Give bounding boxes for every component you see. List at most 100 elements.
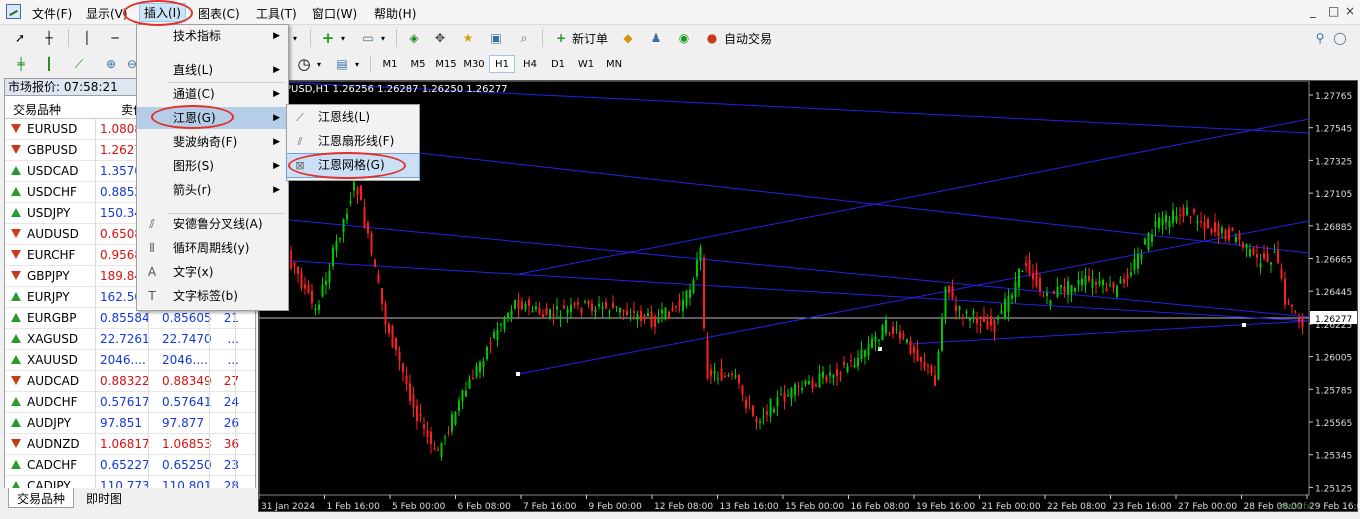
table-row[interactable]: AUDCHF 0.57617 0.57641 24 — [5, 392, 255, 413]
table-row[interactable]: CADCHF 0.65227 0.65250 23 — [5, 455, 255, 476]
arrow-up-icon — [11, 355, 21, 364]
gann-line-item[interactable]: ⟋ 江恩线(L) — [287, 106, 419, 129]
vertical-line-icon[interactable]: │ — [76, 28, 98, 48]
minimize-button[interactable]: _ — [1310, 4, 1316, 18]
bid-price: 1.06817 — [100, 437, 148, 451]
candle-body — [762, 416, 765, 418]
timeframe-d1[interactable]: D1 — [545, 55, 571, 73]
candle-body — [598, 303, 600, 307]
candle-body — [482, 361, 485, 368]
symbol-name: GBPUSD — [27, 143, 78, 157]
timeframe-m1[interactable]: M1 — [377, 55, 403, 73]
tab-symbols[interactable]: 交易品种 — [8, 488, 75, 508]
terminal-icon[interactable]: ▣ — [486, 28, 506, 48]
timeframe-m5[interactable]: M5 — [405, 55, 431, 73]
ask-price: 0.85605 — [162, 311, 212, 325]
arrow-up-icon — [11, 418, 21, 427]
menu-window[interactable]: 窗口(W) — [312, 5, 357, 22]
price-chart[interactable]: 1.27765 1.27545 1.27325 1.27105 1.26885 1.266… — [258, 80, 1359, 513]
menu-item-fibonacci[interactable]: 斐波纳奇(F) ▶ — [137, 131, 288, 153]
template-icon[interactable]: ▤ — [332, 54, 352, 74]
candle-body — [1049, 300, 1052, 306]
candle-body — [1130, 272, 1132, 276]
tester-icon[interactable]: ⌕ — [514, 28, 534, 48]
table-row[interactable]: XAUUSD 2046.... 2046....... — [5, 350, 255, 371]
tab-tick-chart[interactable]: 即时图 — [78, 488, 130, 508]
timeframe-mn[interactable]: MN — [601, 55, 627, 73]
chart-canvas[interactable]: 1.27765 1.27545 1.27325 1.27105 1.26885 1.266… — [259, 81, 1359, 513]
new-order-button[interactable]: 新订单 — [572, 28, 608, 48]
periods-clock-icon[interactable]: ◷ — [294, 54, 314, 74]
price-label: 1.27105 — [1315, 190, 1352, 200]
new-chart-icon[interactable]: + — [318, 28, 338, 48]
menu-item-label: 箭头(r) — [173, 183, 212, 197]
profiles-dropdown-icon[interactable]: ▾ — [378, 28, 388, 48]
data-window-icon[interactable]: ★ — [458, 28, 478, 48]
menu-item-shapes[interactable]: 图形(S) ▶ — [137, 155, 288, 177]
menu-tools[interactable]: 工具(T) — [256, 5, 297, 22]
table-row[interactable]: XAGUSD 22.7261 22.7470... — [5, 329, 255, 350]
gann-fan-item[interactable]: ⫽ 江恩扇形线(F) — [287, 130, 419, 153]
chat-icon[interactable]: ◯ — [1330, 28, 1350, 48]
new-chart-dropdown-icon[interactable]: ▾ — [338, 28, 348, 48]
table-row[interactable]: AUDNZD 1.06817 1.06853 36 — [5, 434, 255, 455]
column-symbol[interactable]: 交易品种 — [13, 101, 61, 118]
timeframe-h4[interactable]: H4 — [517, 55, 543, 73]
timeframe-w1[interactable]: W1 — [573, 55, 599, 73]
candlestick-icon[interactable]: ┃ — [38, 54, 60, 74]
timeframe-m15[interactable]: M15 — [433, 55, 459, 73]
menu-item-indicators[interactable]: 技术指标 ▶ — [137, 25, 288, 47]
cursor-icon[interactable]: ➚ — [10, 28, 30, 48]
candle-body — [1084, 275, 1087, 286]
metaeditor-icon[interactable]: ◆ — [618, 28, 638, 48]
menu-charts[interactable]: 图表(C) — [198, 5, 240, 22]
navigator-icon[interactable]: ✥ — [430, 28, 450, 48]
table-row[interactable]: EURGBP 0.85584 0.85605 21 — [5, 308, 255, 329]
auto-trading-button[interactable]: 自动交易 — [724, 28, 772, 48]
candle-body — [850, 359, 852, 361]
signals-icon[interactable]: ◉ — [674, 28, 694, 48]
maximize-button[interactable]: □ — [1328, 4, 1339, 18]
menu-item-arrows[interactable]: 箭头(r) ▶ — [137, 179, 288, 201]
candle-body — [412, 394, 415, 408]
template-dropdown-icon[interactable]: ▾ — [352, 54, 362, 74]
arrow-down-icon — [11, 376, 21, 385]
candle-body — [759, 421, 761, 423]
crosshair-icon[interactable]: ┼ — [38, 28, 60, 48]
dropdown-icon[interactable]: ▾ — [290, 28, 300, 48]
menu-help[interactable]: 帮助(H) — [374, 5, 416, 22]
horizontal-line-icon[interactable]: ─ — [104, 28, 126, 48]
menu-item-text[interactable]: A 文字(x) — [137, 261, 288, 283]
zoom-in-icon[interactable]: ⊕ — [100, 54, 122, 74]
menu-item-andrews-pitchfork[interactable]: ⫽ 安德鲁分叉线(A) — [137, 213, 288, 235]
candle-body — [1091, 279, 1094, 288]
candle-body — [703, 257, 705, 329]
menu-file[interactable]: 文件(F) — [32, 5, 72, 22]
periods-dropdown-icon[interactable]: ▾ — [314, 54, 324, 74]
community-icon[interactable]: ♟ — [646, 28, 666, 48]
market-watch-icon[interactable]: ◈ — [404, 28, 424, 48]
timeframe-m30[interactable]: M30 — [461, 55, 487, 73]
menu-item-channels[interactable]: 通道(C) ▶ — [137, 83, 288, 105]
candle-body — [353, 181, 355, 191]
line-chart-icon[interactable]: ⟋ — [68, 54, 90, 74]
menu-view[interactable]: 显示(V) — [86, 5, 128, 22]
profiles-icon[interactable]: ▭ — [358, 28, 378, 48]
candle-body — [633, 310, 635, 313]
menu-item-text-label[interactable]: T 文字标签(b) — [137, 285, 288, 307]
table-row[interactable]: AUDJPY 97.851 97.877 26 — [5, 413, 255, 434]
search-icon[interactable]: ⚲ — [1310, 28, 1330, 48]
close-button[interactable]: × — [1345, 4, 1355, 18]
ask-price: 0.57641 — [162, 395, 212, 409]
ask-price: 0.88349 — [162, 374, 212, 388]
menu-item-lines[interactable]: 直线(L) ▶ — [137, 59, 288, 81]
candle-body — [1273, 251, 1276, 253]
bar-chart-icon[interactable]: ╪ — [10, 54, 32, 74]
candle-body — [804, 380, 807, 385]
menu-item-cycle-lines[interactable]: ⦀ 循环周期线(y) — [137, 237, 288, 259]
candle-body — [1088, 275, 1090, 281]
table-row[interactable]: AUDCAD 0.88322 0.88349 27 — [5, 371, 255, 392]
timeframe-h1[interactable]: H1 — [489, 55, 515, 73]
arrow-up-icon — [11, 313, 21, 322]
candle-body — [846, 365, 849, 372]
